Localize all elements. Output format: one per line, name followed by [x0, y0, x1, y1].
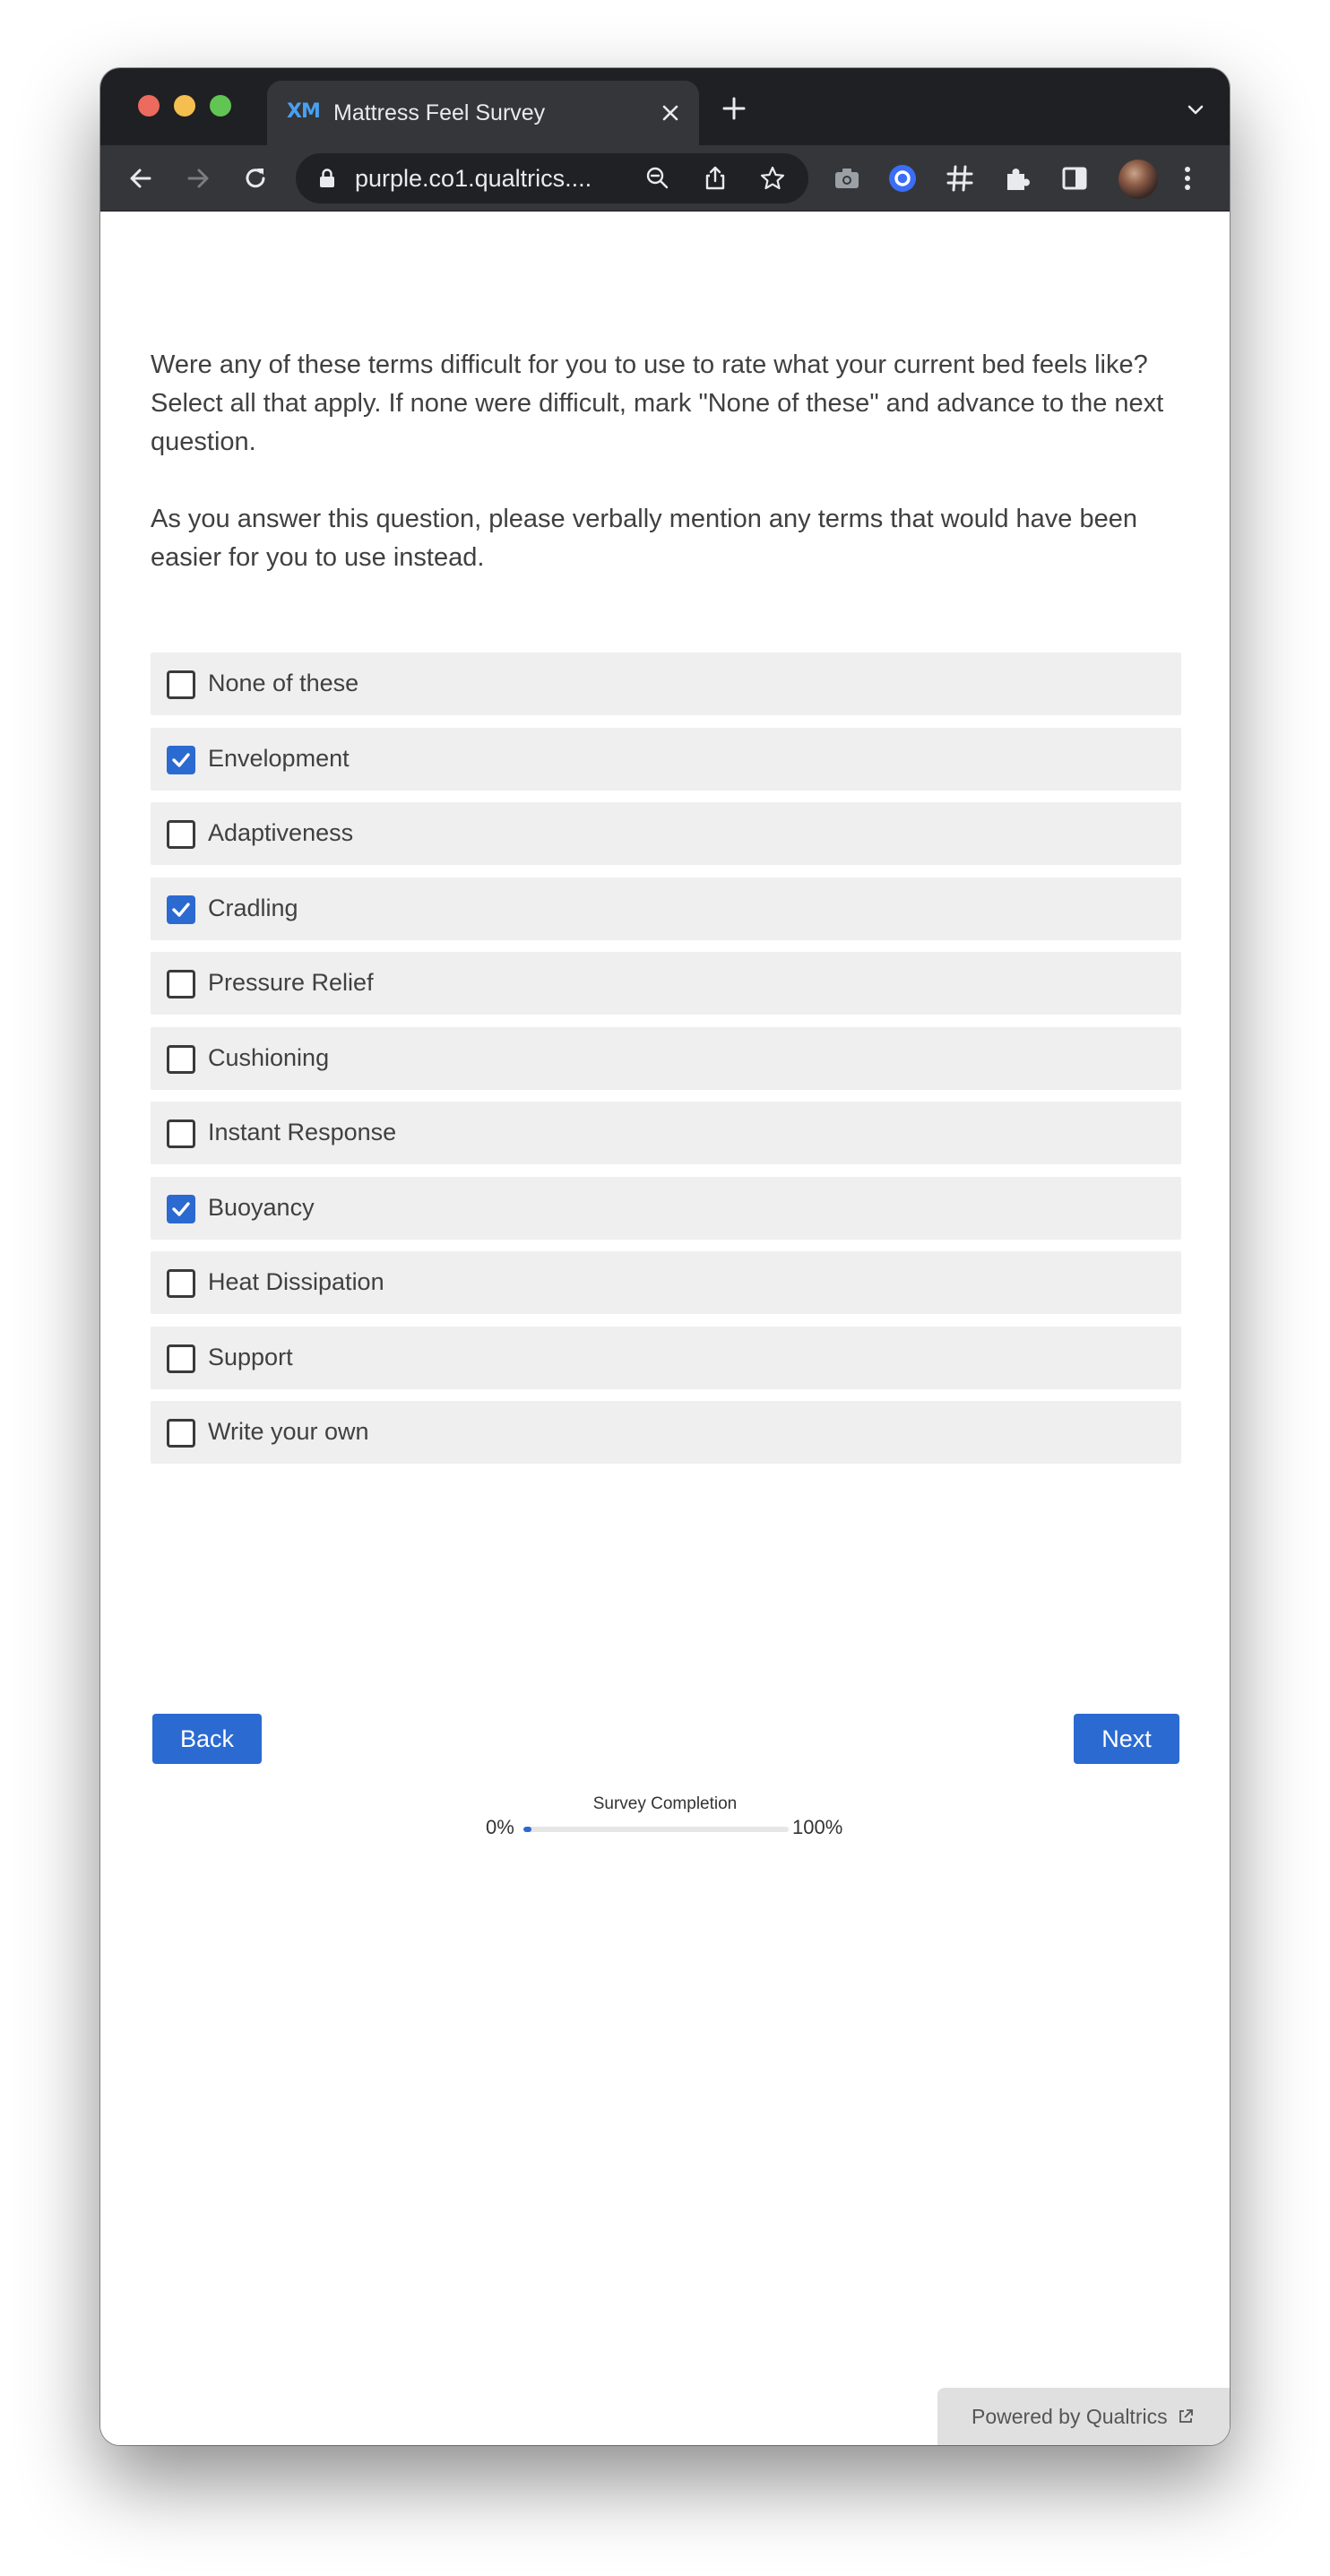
qualtrics-favicon-icon: XM	[287, 100, 321, 123]
checkbox[interactable]	[167, 745, 195, 774]
close-tab-icon[interactable]	[658, 100, 683, 125]
choice-option[interactable]: Instant Response	[151, 1102, 1181, 1164]
zoom-window-button[interactable]	[210, 95, 231, 117]
choice-label: Write your own	[208, 1418, 369, 1445]
sidepanel-icon[interactable]	[1059, 163, 1090, 194]
url-text: purple.co1.qualtrics....	[355, 165, 592, 192]
choice-label: Buoyancy	[208, 1193, 315, 1221]
avatar[interactable]	[1118, 160, 1158, 199]
checkbox[interactable]	[167, 1419, 195, 1448]
choice-label: None of these	[208, 670, 359, 696]
checkbox[interactable]	[167, 1119, 195, 1148]
choice-option[interactable]: Pressure Relief	[151, 952, 1181, 1015]
tab-title: Mattress Feel Survey	[333, 100, 546, 125]
tab-active[interactable]: XM Mattress Feel Survey	[267, 81, 699, 145]
question-line-3: As you answer this question, please verb…	[151, 505, 1138, 572]
browser-window: XM Mattress Feel Survey purple.co1.qualt…	[100, 68, 1230, 2445]
extension-circle-icon[interactable]	[887, 163, 918, 194]
back-button[interactable]: Back	[152, 1714, 262, 1764]
progress-fill	[523, 1827, 531, 1832]
choice-label: Cradling	[208, 894, 298, 921]
checkbox[interactable]	[167, 1194, 195, 1223]
choice-option[interactable]: None of these	[151, 653, 1181, 715]
choice-label: Heat Dissipation	[208, 1268, 384, 1295]
powered-by-link[interactable]: Powered by Qualtrics	[937, 2388, 1230, 2445]
choice-list: None of these Envelopment Adaptiveness Crad…	[151, 653, 1181, 1476]
star-icon[interactable]	[758, 164, 787, 193]
checkbox[interactable]	[167, 1344, 195, 1373]
hashtag-icon[interactable]	[945, 163, 975, 194]
back-arrow-icon[interactable]	[125, 163, 156, 194]
zoom-out-icon[interactable]	[643, 164, 672, 193]
choice-label: Adaptiveness	[208, 819, 354, 846]
choice-option[interactable]: Envelopment	[151, 727, 1181, 791]
question-line-1: Were any of these terms difficult for yo…	[151, 350, 1148, 379]
checkmark-icon	[172, 1201, 190, 1216]
minimize-window-button[interactable]	[174, 95, 195, 117]
powered-by-label: Powered by Qualtrics	[972, 2405, 1168, 2428]
checkbox[interactable]	[167, 970, 195, 998]
survey-page: Were any of these terms difficult for yo…	[100, 212, 1230, 2445]
choice-label: Envelopment	[208, 744, 350, 772]
external-link-icon	[1179, 2409, 1193, 2423]
checkbox[interactable]	[167, 820, 195, 849]
new-tab-icon[interactable]	[721, 95, 747, 122]
lock-icon	[320, 169, 334, 187]
progress-min-label: 0%	[486, 1816, 514, 1838]
choice-option[interactable]: Write your own	[151, 1401, 1181, 1464]
choice-label: Support	[208, 1343, 293, 1370]
choice-option[interactable]: Support	[151, 1326, 1181, 1389]
address-bar[interactable]: purple.co1.qualtrics....	[296, 153, 808, 203]
close-window-button[interactable]	[138, 95, 160, 117]
choice-option[interactable]: Heat Dissipation	[151, 1251, 1181, 1314]
kebab-menu-icon[interactable]	[1172, 163, 1203, 194]
question-line-2: Select all that apply. If none were diff…	[151, 389, 1164, 456]
progress-bar	[523, 1827, 789, 1832]
checkmark-icon	[172, 752, 190, 767]
forward-arrow-icon[interactable]	[183, 163, 213, 194]
choice-option[interactable]: Adaptiveness	[151, 802, 1181, 865]
checkbox[interactable]	[167, 1044, 195, 1074]
choice-label: Instant Response	[208, 1119, 397, 1145]
question-text: Were any of these terms difficult for yo…	[151, 346, 1190, 577]
progress-title: Survey Completion	[592, 1794, 738, 1813]
tab-bar: XM Mattress Feel Survey	[100, 68, 1230, 145]
browser-toolbar: purple.co1.qualtrics....	[100, 145, 1230, 212]
reload-icon[interactable]	[240, 163, 271, 194]
choice-label: Cushioning	[208, 1043, 330, 1071]
puzzle-icon[interactable]	[1002, 163, 1032, 194]
chevron-down-icon[interactable]	[1185, 99, 1206, 120]
share-icon[interactable]	[701, 164, 730, 193]
choice-label: Pressure Relief	[208, 969, 374, 996]
checkbox[interactable]	[167, 895, 195, 924]
progress-max-label: 100%	[792, 1816, 843, 1838]
choice-option[interactable]: Cushioning	[151, 1026, 1181, 1090]
camera-icon[interactable]	[832, 163, 862, 194]
choice-option[interactable]: Cradling	[151, 877, 1181, 940]
checkbox[interactable]	[167, 670, 195, 699]
choice-option[interactable]: Buoyancy	[151, 1176, 1181, 1240]
checkmark-icon	[172, 902, 190, 917]
next-button[interactable]: Next	[1074, 1714, 1179, 1764]
checkbox[interactable]	[167, 1269, 195, 1298]
